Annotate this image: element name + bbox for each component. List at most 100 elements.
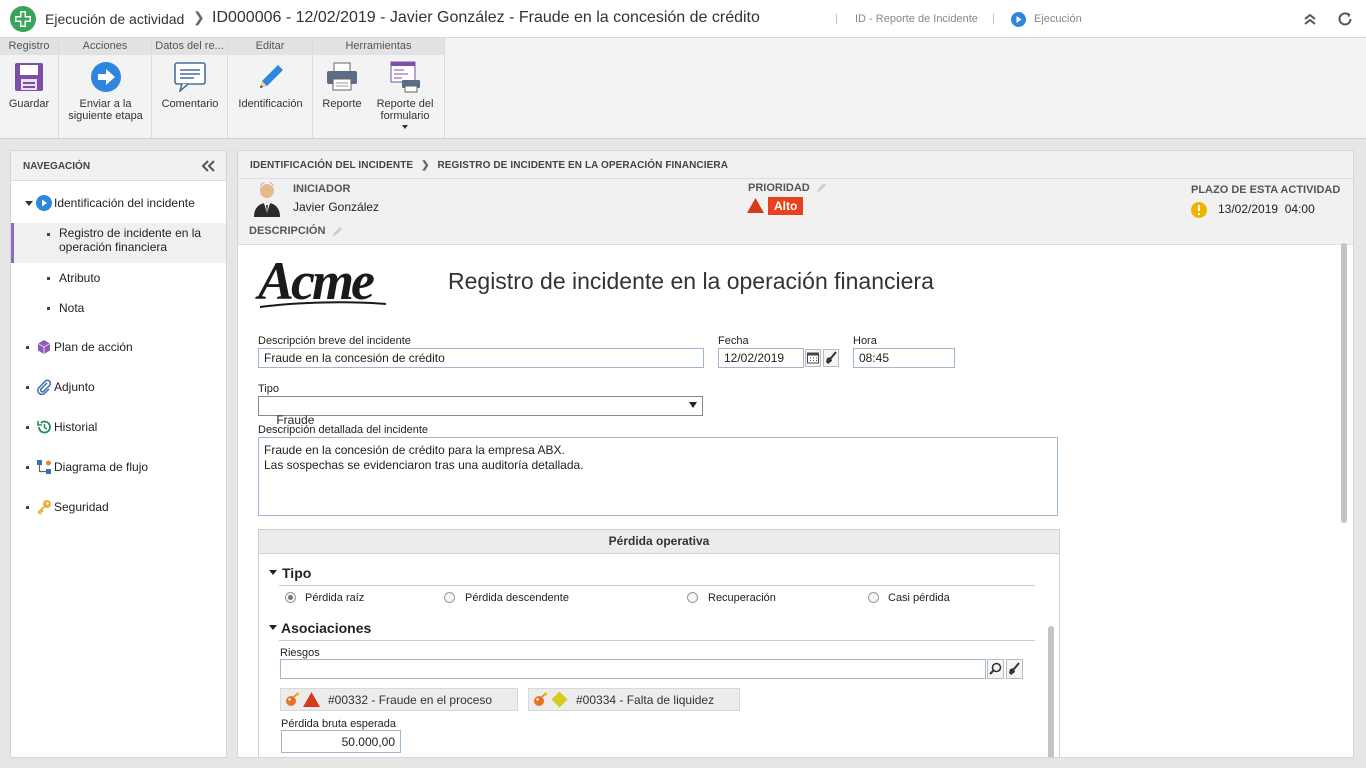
warning-triangle-icon [747, 198, 764, 213]
ribbon-group-herramientas: Herramientas Reporte Reporte del formula… [313, 38, 445, 138]
ribbon-toolbar: Registro Guardar Acciones Enviar a la si… [0, 38, 1366, 139]
initiator-label: INICIADOR [293, 183, 351, 195]
radio-label: Pérdida raíz [305, 592, 365, 604]
risks-label: Riesgos [280, 647, 320, 659]
nav-item-adjunto[interactable]: Adjunto [11, 378, 226, 398]
risk-tag[interactable]: #00332 - Fraude en el proceso [280, 688, 518, 711]
comment-button[interactable]: Comentario [152, 60, 228, 110]
avatar [252, 181, 282, 217]
nav-item-seguridad[interactable]: Seguridad [11, 498, 226, 518]
ribbon-group-datos: Datos del re... Comentario [152, 38, 228, 138]
save-label: Guardar [8, 98, 50, 110]
report-button[interactable]: Reporte [317, 60, 367, 110]
date-label: Fecha [718, 335, 749, 347]
divider: | [835, 13, 838, 25]
nav-item-label: Diagrama de flujo [54, 460, 149, 474]
time-input[interactable]: 08:45 [853, 348, 955, 368]
alert-circle-icon [1191, 202, 1207, 218]
nav-item-label: Historial [54, 420, 98, 434]
refresh-icon[interactable] [1336, 10, 1354, 28]
nav-item-label: Plan de acción [54, 340, 133, 354]
collapse-up-icon[interactable] [1302, 11, 1318, 27]
nav-header-label: NAVEGACIÓN [23, 161, 91, 172]
clear-broom-icon[interactable] [823, 349, 839, 367]
bullet [47, 307, 50, 310]
edit-pencil-icon[interactable] [332, 226, 343, 237]
title-bar: Ejecución de actividad ❯ ID000006 - 12/0… [0, 0, 1366, 38]
ribbon-group-label: Datos del re... [152, 38, 227, 55]
form-link[interactable]: ID - Reporte de Incidente [855, 13, 978, 25]
form-report-button[interactable]: Reporte del formulario [371, 60, 439, 129]
breadcrumb-parent[interactable]: IDENTIFICACIÓN DEL INCIDENTE [250, 160, 413, 171]
caret-down-icon[interactable] [269, 570, 277, 575]
nav-item-historial[interactable]: Historial [11, 418, 226, 438]
play-circle-icon [36, 195, 52, 211]
save-button[interactable]: Guardar [0, 60, 58, 110]
send-next-step-button[interactable]: Enviar a la siguiente etapa [63, 60, 148, 122]
time-label: Hora [853, 335, 877, 347]
nav-item-nota[interactable]: Nota [11, 299, 226, 319]
breadcrumb-current: REGISTRO DE INCIDENTE EN LA OPERACIÓN FI… [437, 160, 729, 171]
radio-recuperacion[interactable] [687, 592, 698, 603]
tipo-section-title: Tipo [282, 565, 312, 581]
identification-button[interactable]: Identificación [232, 60, 309, 110]
search-icon[interactable] [987, 659, 1004, 679]
gross-loss-input[interactable]: 50.000,00 [281, 730, 401, 753]
nav-item-identificacion[interactable]: Identificación del incidente [11, 193, 226, 215]
bullet [26, 426, 29, 429]
form-title: Registro de incidente en la operación fi… [448, 268, 934, 294]
floppy-disk-icon [12, 60, 46, 94]
status-label: Ejecución [1034, 13, 1082, 25]
risks-search-input[interactable] [280, 659, 986, 679]
inner-scrollbar[interactable] [1048, 626, 1054, 757]
nav-item-label: Nota [59, 301, 85, 315]
detail-textarea[interactable]: Fraude en la concesión de crédito para l… [258, 437, 1058, 516]
calendar-icon[interactable] [805, 349, 821, 367]
bullet [26, 386, 29, 389]
nav-item-plan-accion[interactable]: Plan de acción [11, 338, 226, 358]
date-input[interactable]: 12/02/2019 [718, 348, 804, 368]
collapse-left-icon[interactable] [201, 160, 215, 172]
form-report-label: Reporte del formulario [376, 98, 434, 122]
pencil-icon [254, 60, 288, 94]
clear-broom-icon[interactable] [1006, 659, 1023, 679]
nav-item-atributo[interactable]: Atributo [11, 269, 226, 289]
navigation-panel: NAVEGACIÓN Identificación del incidente … [10, 150, 227, 758]
printer-icon [325, 60, 359, 94]
risk-tag[interactable]: #00334 - Falta de liquidez [528, 688, 740, 711]
flowchart-icon [36, 459, 52, 475]
bomb-icon [533, 692, 548, 707]
nav-item-diagrama[interactable]: Diagrama de flujo [11, 458, 226, 478]
ribbon-group-label: Acciones [59, 38, 151, 55]
ribbon-group-acciones: Acciones Enviar a la siguiente etapa [59, 38, 152, 138]
caret-down-icon[interactable] [269, 625, 277, 630]
radio-label: Casi pérdida [888, 592, 950, 604]
warning-diamond-icon [551, 691, 568, 708]
radio-casi-perdida[interactable] [868, 592, 879, 603]
caret-down-icon[interactable] [25, 201, 33, 206]
assoc-section-title: Asociaciones [281, 620, 372, 636]
main-panel: IDENTIFICACIÓN DEL INCIDENTE ❯ REGISTRO … [237, 150, 1354, 758]
select-arrow-icon[interactable] [689, 402, 697, 408]
dropdown-caret-icon[interactable] [402, 125, 408, 129]
nav-item-label: Registro de incidente en la operación fi… [59, 226, 202, 254]
deadline-label: PLAZO DE ESTA ACTIVIDAD [1191, 184, 1341, 196]
comment-icon [173, 60, 207, 94]
page-scrollbar[interactable] [1341, 243, 1347, 523]
warning-triangle-icon [303, 692, 320, 707]
short-desc-input[interactable]: Fraude en la concesión de crédito [258, 348, 704, 368]
divider [279, 640, 1035, 641]
nav-item-registro[interactable]: Registro de incidente en la operación fi… [11, 223, 226, 263]
chevron-right-icon: ❯ [193, 9, 205, 25]
chevron-right-icon: ❯ [421, 160, 430, 171]
nav-item-label: Atributo [59, 271, 101, 285]
divider [279, 585, 1035, 586]
type-select[interactable]: Fraude [258, 396, 703, 427]
radio-perdida-raiz[interactable] [285, 592, 296, 603]
divider: | [992, 13, 995, 25]
breadcrumb: IDENTIFICACIÓN DEL INCIDENTE ❯ REGISTRO … [238, 151, 1353, 179]
edit-pencil-icon[interactable] [816, 182, 827, 193]
ribbon-group-label: Editar [228, 38, 312, 55]
radio-perdida-descendente[interactable] [444, 592, 455, 603]
report-label: Reporte [322, 98, 362, 110]
